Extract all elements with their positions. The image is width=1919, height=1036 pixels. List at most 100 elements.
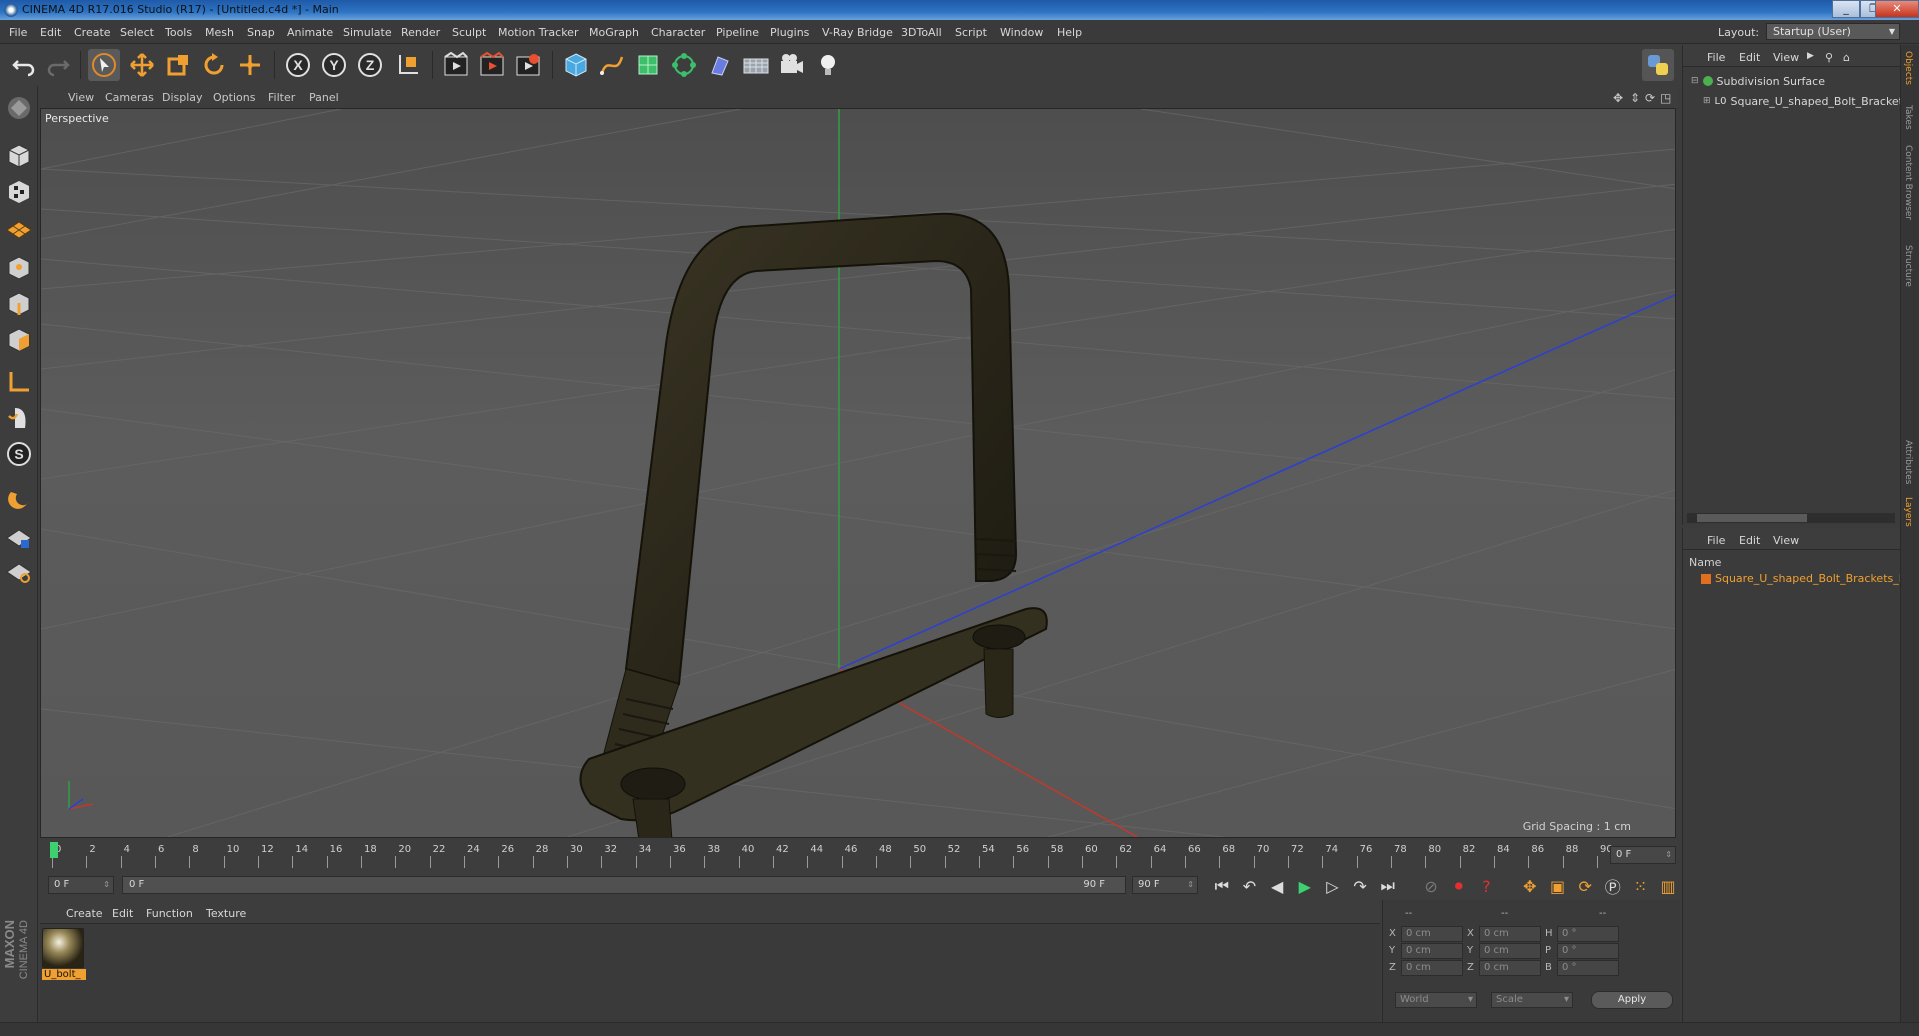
menu-render[interactable]: Render (401, 26, 440, 39)
menu-tools[interactable]: Tools (165, 26, 192, 39)
key-rotation-icon[interactable]: ⟳ (1573, 877, 1597, 896)
timeline-ruler[interactable]: 0 2 4 6 8 10 12 14 16 18 20 22 24 26 28 30 32 34 36 38 40 42 4… (52, 842, 1622, 870)
collapse-icon[interactable]: ⊟ (1691, 76, 1699, 86)
rotate-icon[interactable] (198, 49, 230, 81)
polygons-mode-icon[interactable] (3, 324, 35, 356)
tab-structure[interactable]: Structure (1903, 245, 1913, 287)
layer-menu-file[interactable]: File (1707, 534, 1725, 547)
next-keyframe-icon[interactable]: ↷ (1348, 877, 1372, 896)
points-mode-icon[interactable] (3, 252, 35, 284)
model-mode-icon[interactable] (3, 140, 35, 172)
keyframe-selection-icon[interactable]: ? (1475, 877, 1499, 896)
start-frame-field[interactable]: 0 F ⇕ (48, 876, 114, 894)
coord-rot-field[interactable]: 0 ° (1557, 943, 1619, 959)
coordinate-mode-select[interactable]: World ▾ (1395, 992, 1477, 1008)
workplane-icon[interactable] (3, 212, 35, 244)
menu-plugins[interactable]: Plugins (770, 26, 809, 39)
menu-vray-bridge[interactable]: V-Ray Bridge (822, 26, 893, 39)
size-mode-select[interactable]: Scale ▾ (1491, 992, 1573, 1008)
previous-frame-icon[interactable]: ◀ (1265, 877, 1289, 896)
go-to-start-icon[interactable]: ⏮ (1210, 876, 1234, 896)
pan-icon[interactable]: ✥ (1613, 91, 1623, 105)
camera-icon[interactable] (776, 49, 808, 81)
render-picture-viewer-icon[interactable] (476, 49, 508, 81)
frame-range-slider[interactable]: 0 F 90 F (122, 876, 1126, 894)
menu-create[interactable]: Create (74, 26, 111, 39)
next-frame-icon[interactable]: ▷ (1321, 877, 1345, 896)
menu-file[interactable]: File (9, 26, 27, 39)
menu-pipeline[interactable]: Pipeline (716, 26, 759, 39)
redo-icon[interactable] (42, 49, 74, 81)
select-arrow-icon[interactable] (88, 49, 120, 81)
coord-rot-field[interactable]: 0 ° (1557, 926, 1619, 942)
locked-workplane-icon[interactable] (3, 522, 35, 554)
move-icon[interactable] (126, 49, 158, 81)
layer-menu-view[interactable]: View (1773, 534, 1799, 547)
go-to-end-icon[interactable]: ⏭ (1376, 876, 1400, 896)
orbit-icon[interactable]: ⟳ (1645, 91, 1655, 105)
menu-3dtoall[interactable]: 3DToAll (901, 26, 942, 39)
playhead-marker[interactable] (50, 842, 58, 858)
viewport-menu-view[interactable]: View (68, 91, 94, 104)
subdivision-icon[interactable] (632, 49, 664, 81)
object-row[interactable]: ⊞ L0 Square_U_shaped_Bolt_Brackets (1703, 93, 1909, 109)
coord-pos-field[interactable]: 0 cm (1401, 960, 1463, 976)
layout-select[interactable]: Startup (User) ▼ (1766, 23, 1900, 40)
material-swatch[interactable]: U_bolt_ (42, 928, 86, 984)
key-scale-icon[interactable]: ▣ (1546, 877, 1570, 896)
end-frame-field[interactable]: 90 F ⇕ (1132, 876, 1198, 894)
object-menu-view[interactable]: View (1773, 51, 1799, 64)
coord-size-field[interactable]: 0 cm (1479, 943, 1541, 959)
tweak-mode-icon[interactable] (3, 402, 35, 434)
layer-row[interactable]: Square_U_shaped_Bolt_Brackets_I (1701, 572, 1902, 585)
planar-workplane-icon[interactable] (3, 556, 35, 588)
tab-takes[interactable]: Takes (1903, 105, 1913, 130)
object-row[interactable]: ⊟ Subdivision Surface (1691, 73, 1825, 89)
zoom-icon[interactable]: ⇕ (1630, 91, 1640, 105)
menu-mesh[interactable]: Mesh (205, 26, 234, 39)
viewport-menu-cameras[interactable]: Cameras (105, 91, 154, 104)
minimize-button[interactable]: _ (1832, 0, 1860, 18)
coord-pos-field[interactable]: 0 cm (1401, 943, 1463, 959)
spline-pen-icon[interactable] (596, 49, 628, 81)
menu-select[interactable]: Select (120, 26, 154, 39)
record-keys-icon[interactable]: ⊘ (1419, 877, 1443, 896)
texture-mode-icon[interactable] (3, 176, 35, 208)
menu-motion-tracker[interactable]: Motion Tracker (498, 26, 578, 39)
viewport-menu-panel[interactable]: Panel (309, 91, 339, 104)
menu-mograph[interactable]: MoGraph (589, 26, 639, 39)
menu-help[interactable]: Help (1057, 26, 1082, 39)
previous-keyframe-icon[interactable]: ↶ (1238, 877, 1262, 896)
key-parameter-icon[interactable]: Ⓟ (1601, 874, 1625, 898)
transform-icon[interactable] (234, 49, 266, 81)
coord-pos-field[interactable]: 0 cm (1401, 926, 1463, 942)
material-menu-function[interactable]: Function (146, 907, 193, 920)
horizontal-scrollbar[interactable] (1687, 513, 1895, 523)
tab-layers[interactable]: Layers (1903, 497, 1913, 527)
object-menu-file[interactable]: File (1707, 51, 1725, 64)
render-settings-icon[interactable] (512, 49, 544, 81)
cube-icon[interactable] (560, 49, 592, 81)
coord-size-field[interactable]: 0 cm (1479, 926, 1541, 942)
coordinate-system-icon[interactable] (392, 49, 424, 81)
python-icon[interactable] (1642, 49, 1674, 81)
light-icon[interactable] (812, 49, 844, 81)
expand-icon[interactable]: ⊞ (1703, 96, 1711, 106)
tab-content-browser[interactable]: Content Browser (1903, 145, 1913, 220)
maximize-view-icon[interactable]: ◳ (1660, 91, 1671, 105)
scrollbar-thumb[interactable] (1697, 514, 1807, 522)
viewport-menu-display[interactable]: Display (162, 91, 203, 104)
autokey-icon[interactable]: ⏺ (1447, 876, 1471, 896)
menu-window[interactable]: Window (1000, 26, 1043, 39)
timeline-window-icon[interactable]: ▥ (1656, 877, 1680, 896)
deformer-icon[interactable] (704, 49, 736, 81)
viewport-menu-options[interactable]: Options (213, 91, 255, 104)
make-editable-icon[interactable] (3, 92, 35, 124)
floor-icon[interactable] (740, 49, 772, 81)
y-axis-icon[interactable]: Y (318, 49, 350, 81)
layer-menu-edit[interactable]: Edit (1739, 534, 1760, 547)
object-menu-edit[interactable]: Edit (1739, 51, 1760, 64)
key-pla-icon[interactable]: ⁙ (1629, 877, 1653, 896)
array-icon[interactable] (668, 49, 700, 81)
magnet-icon[interactable] (3, 482, 35, 514)
